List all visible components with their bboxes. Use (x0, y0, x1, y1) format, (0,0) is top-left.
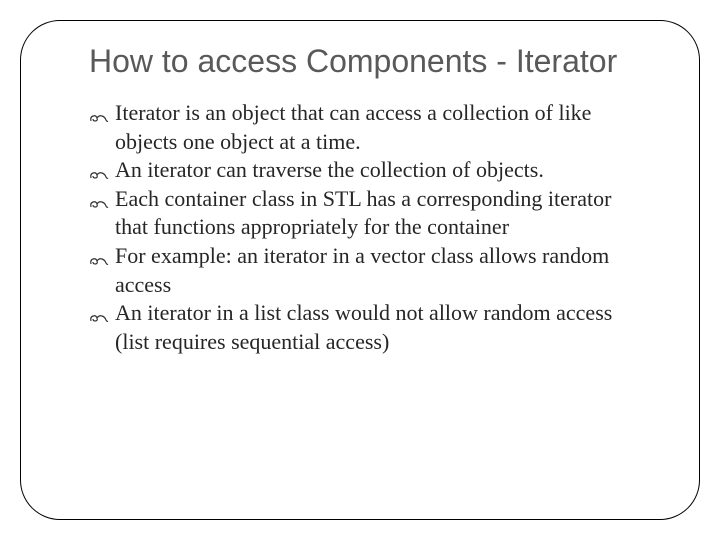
list-item: For example: an iterator in a vector cla… (89, 242, 649, 299)
slide-title: How to access Components - Iterator (89, 41, 649, 81)
swirl-bullet-icon (89, 191, 109, 205)
list-item: An iterator can traverse the collection … (89, 156, 649, 185)
list-item: Each container class in STL has a corres… (89, 185, 649, 242)
bullet-text: An iterator can traverse the collection … (115, 157, 544, 182)
bullet-list: Iterator is an object that can access a … (71, 99, 649, 356)
bullet-text: For example: an iterator in a vector cla… (115, 243, 609, 297)
bullet-text: Each container class in STL has a corres… (115, 186, 611, 240)
swirl-bullet-icon (89, 248, 109, 262)
list-item: Iterator is an object that can access a … (89, 99, 649, 156)
bullet-text: An iterator in a list class would not al… (115, 300, 612, 354)
list-item: An iterator in a list class would not al… (89, 299, 649, 356)
slide-container: How to access Components - Iterator Iter… (20, 20, 700, 520)
swirl-bullet-icon (89, 162, 109, 176)
swirl-bullet-icon (89, 105, 109, 119)
bullet-text: Iterator is an object that can access a … (115, 100, 591, 154)
swirl-bullet-icon (89, 305, 109, 319)
